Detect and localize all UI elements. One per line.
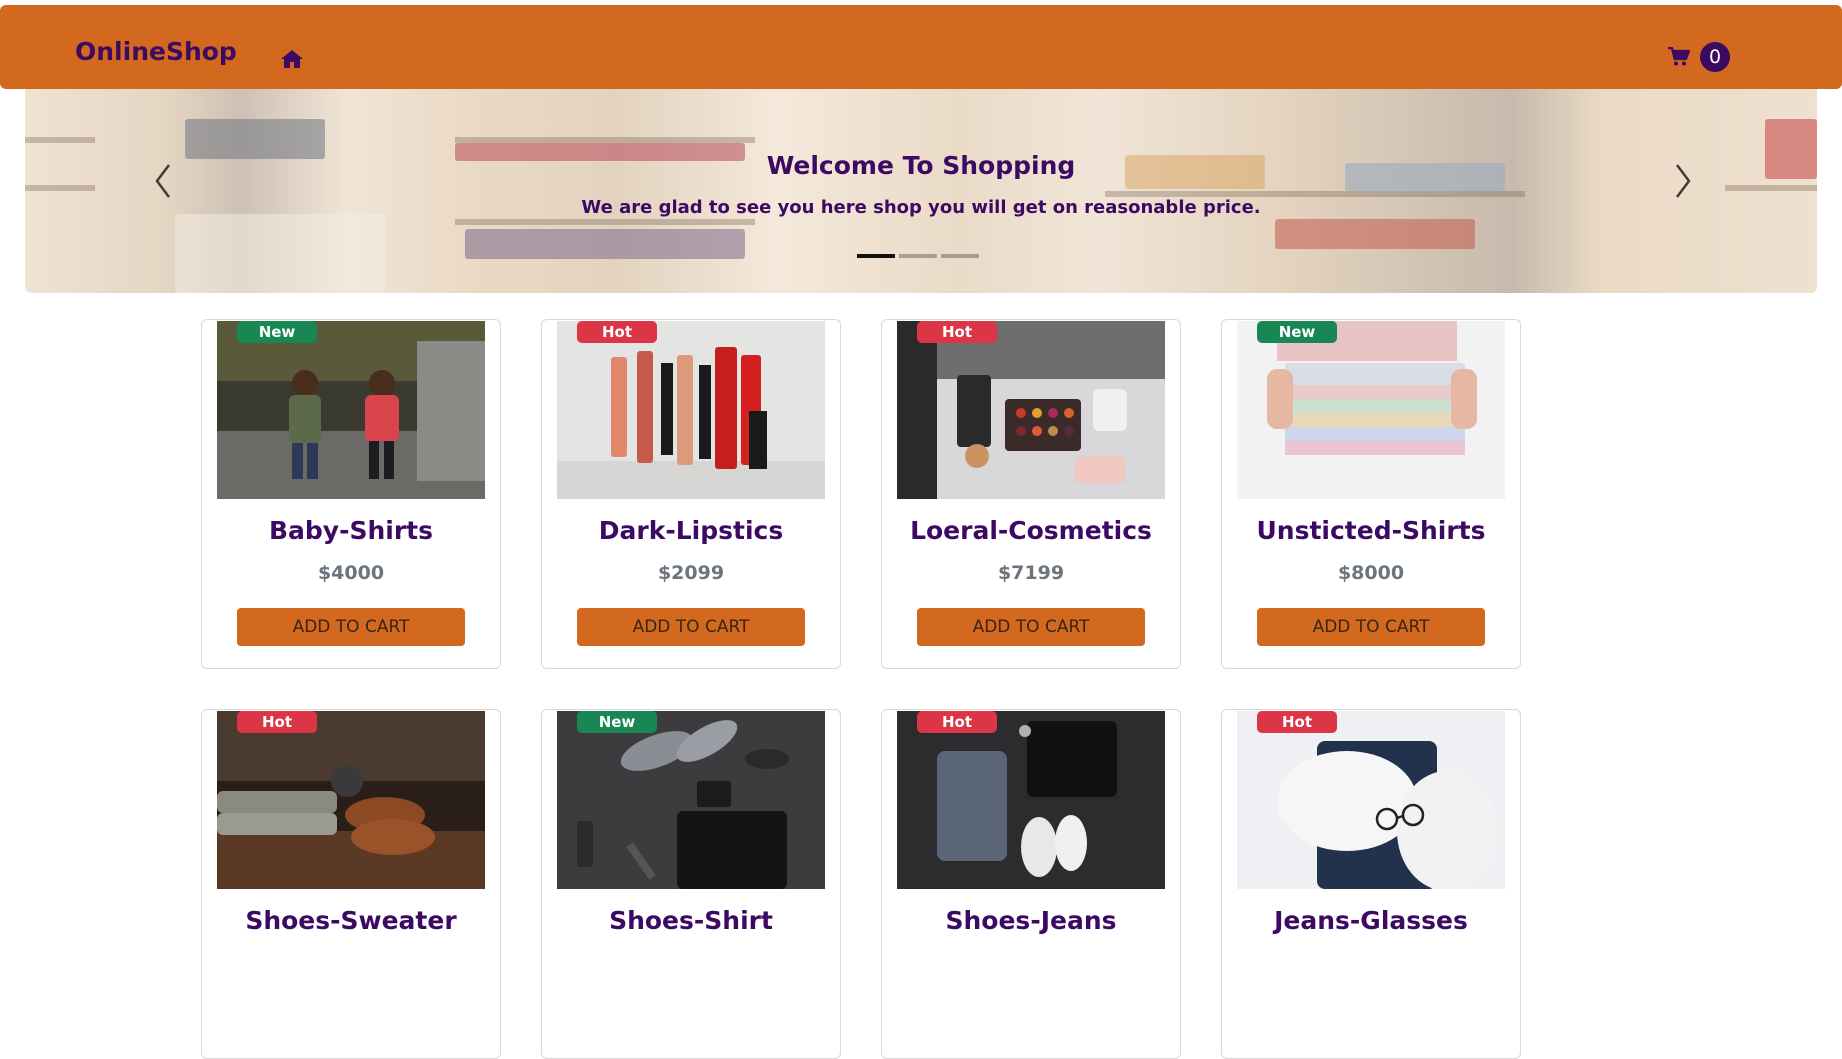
product-card: New Baby-Shirts $4000 ADD TO CART — [201, 319, 501, 669]
product-title: Baby-Shirts — [268, 516, 434, 545]
product-card: Hot Loeral-Cosmetics $7199 ADD TO CART — [881, 319, 1181, 669]
product-price: $7199 — [997, 562, 1065, 584]
product-title: Shoes-Sweater — [245, 906, 457, 935]
shelf-decoration — [1725, 185, 1817, 191]
counter-decoration — [175, 214, 385, 293]
carousel-prev-icon[interactable] — [147, 159, 177, 203]
product-image[interactable] — [217, 321, 485, 499]
product-image[interactable] — [217, 711, 485, 889]
product-card: New Unsticted-Shirts $8000 ADD TO CART — [1221, 319, 1521, 669]
hot-badge: Hot — [577, 321, 657, 343]
product-title: Loeral-Cosmetics — [910, 516, 1152, 545]
add-to-cart-button[interactable]: ADD TO CART — [1257, 608, 1485, 646]
product-card: Hot Shoes-Jeans — [881, 709, 1181, 1059]
product-price: $4000 — [317, 562, 385, 584]
add-to-cart-button[interactable]: ADD TO CART — [237, 608, 465, 646]
product-image[interactable] — [557, 711, 825, 889]
product-card: New Shoes-Shirt — [541, 709, 841, 1059]
brand-logo[interactable]: OnlineShop — [75, 37, 237, 66]
navbar: OnlineShop 0 — [0, 5, 1842, 89]
carousel-title: Welcome To Shopping — [766, 151, 1076, 180]
product-price: $2099 — [657, 562, 725, 584]
new-badge: New — [577, 711, 657, 733]
hot-badge: Hot — [237, 711, 317, 733]
product-image[interactable] — [897, 321, 1165, 499]
new-badge: New — [237, 321, 317, 343]
product-image[interactable] — [1237, 711, 1505, 889]
product-card: Hot Jeans-Glasses — [1221, 709, 1521, 1059]
add-to-cart-button[interactable]: ADD TO CART — [577, 608, 805, 646]
new-badge: New — [1257, 321, 1337, 343]
carousel-indicators — [857, 254, 983, 260]
product-card: Hot Dark-Lipstics $2099 ADD TO CART — [541, 319, 841, 669]
bag-decoration — [1275, 219, 1475, 249]
shopping-cart-icon[interactable] — [1668, 47, 1690, 67]
hero-carousel: Welcome To Shopping We are glad to see y… — [25, 89, 1817, 293]
hot-badge: Hot — [917, 321, 997, 343]
product-title: Jeans-Glasses — [1274, 906, 1468, 935]
product-price: $8000 — [1337, 562, 1405, 584]
home-icon[interactable] — [280, 49, 304, 69]
carousel-indicator-2[interactable] — [899, 254, 937, 258]
hot-badge: Hot — [917, 711, 997, 733]
product-title: Shoes-Jeans — [945, 906, 1117, 935]
product-image[interactable] — [557, 321, 825, 499]
product-title: Unsticted-Shirts — [1256, 516, 1486, 545]
bags-decoration — [465, 229, 745, 259]
carousel-subtitle: We are glad to see you here shop you wil… — [581, 197, 1261, 218]
add-to-cart-button[interactable]: ADD TO CART — [917, 608, 1145, 646]
product-card: Hot Shoes-Sweater — [201, 709, 501, 1059]
carousel-next-icon[interactable] — [1669, 159, 1699, 203]
shelf-decoration — [25, 137, 95, 143]
product-title: Shoes-Shirt — [609, 906, 773, 935]
shelf-decoration — [25, 185, 95, 191]
carousel-indicator-1[interactable] — [857, 254, 895, 258]
shelf-decoration — [455, 219, 755, 225]
hot-badge: Hot — [1257, 711, 1337, 733]
product-image[interactable] — [1237, 321, 1505, 499]
cart-count-badge: 0 — [1700, 42, 1730, 72]
product-image[interactable] — [897, 711, 1165, 889]
product-title: Dark-Lipstics — [598, 516, 784, 545]
carousel-indicator-3[interactable] — [941, 254, 979, 258]
